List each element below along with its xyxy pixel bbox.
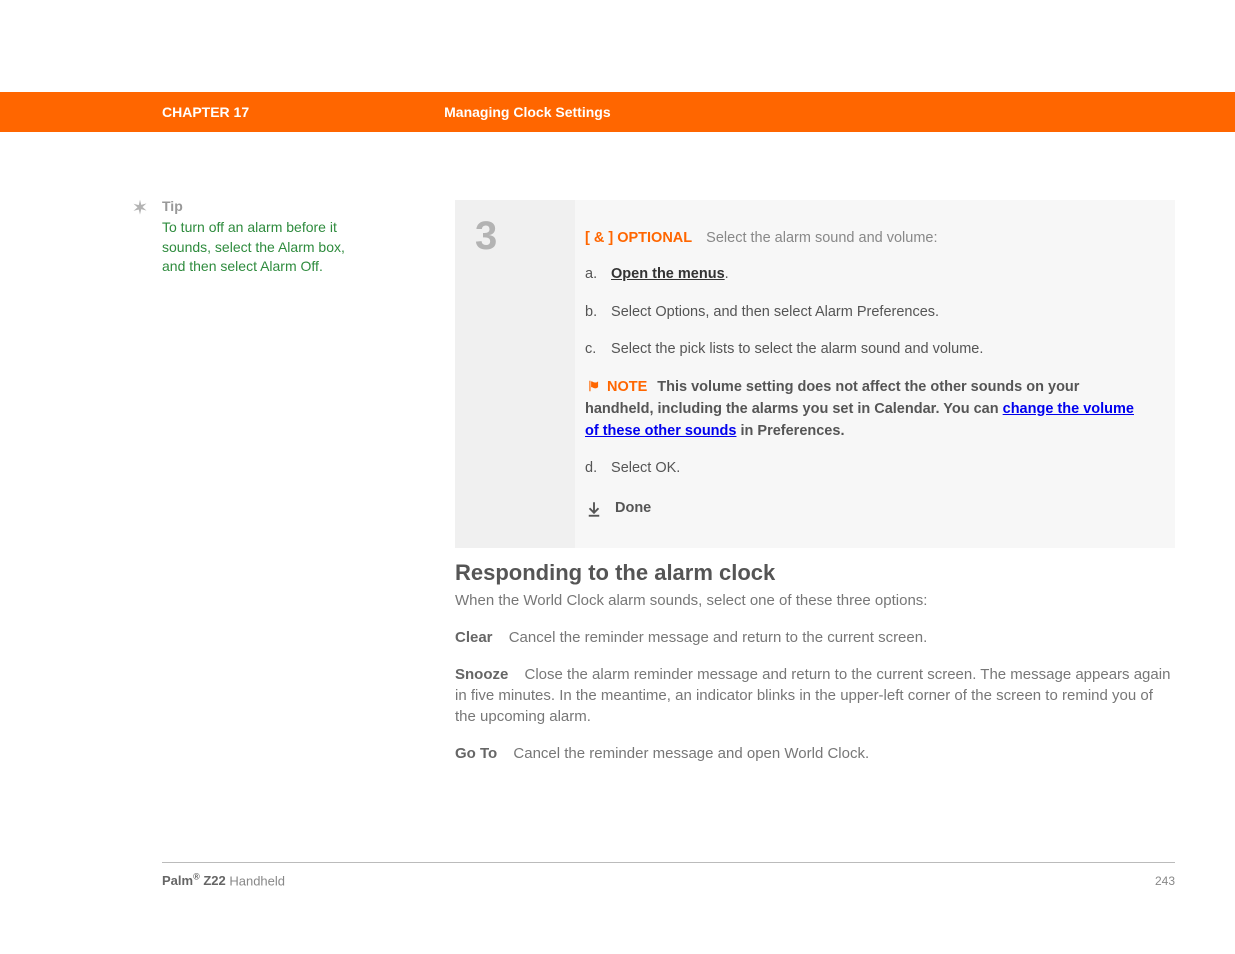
section-heading: Responding to the alarm clock bbox=[455, 560, 1175, 586]
option-snooze: Snooze Close the alarm reminder message … bbox=[455, 664, 1175, 727]
note-block: NOTEThis volume setting does not affect … bbox=[585, 377, 1145, 442]
optional-tag: [ & ] OPTIONAL bbox=[585, 230, 692, 246]
step-panel: 3 [ & ] OPTIONAL Select the alarm sound … bbox=[455, 200, 1175, 548]
option-clear-label: Clear bbox=[455, 629, 493, 646]
chapter-title: Managing Clock Settings bbox=[444, 104, 610, 120]
tip-callout: Tip To turn off an alarm before it sound… bbox=[130, 198, 410, 277]
option-goto: Go To Cancel the reminder message and op… bbox=[455, 743, 1175, 764]
chapter-header-inner: CHAPTER 17 Managing Clock Settings bbox=[162, 92, 1175, 132]
step-number: 3 bbox=[475, 214, 575, 259]
step-number-column: 3 bbox=[455, 200, 575, 548]
sub-marker-b: b. bbox=[585, 302, 607, 324]
option-clear-desc: Cancel the reminder message and return t… bbox=[509, 629, 928, 646]
sub-item-b: b. Select Options, and then select Alarm… bbox=[585, 302, 1145, 324]
sub-item-c: c. Select the pick lists to select the a… bbox=[585, 339, 1145, 361]
product-name: Palm® Z22 Handheld bbox=[162, 872, 285, 888]
option-goto-label: Go To bbox=[455, 745, 497, 762]
section-intro: When the World Clock alarm sounds, selec… bbox=[455, 592, 1175, 609]
page-number: 243 bbox=[1155, 874, 1175, 888]
tip-heading: Tip bbox=[162, 198, 410, 214]
document-page: CHAPTER 17 Managing Clock Settings Tip T… bbox=[0, 0, 1235, 954]
step-optional-line: [ & ] OPTIONAL Select the alarm sound an… bbox=[585, 228, 1145, 250]
sub-item-b-text: Select Options, and then select Alarm Pr… bbox=[611, 304, 939, 320]
step-content: [ & ] OPTIONAL Select the alarm sound an… bbox=[575, 200, 1175, 548]
footer-rule bbox=[162, 862, 1175, 863]
open-menus-link[interactable]: Open the menus bbox=[611, 266, 725, 282]
arrow-down-icon bbox=[585, 500, 603, 518]
product-model: Z22 bbox=[200, 873, 226, 888]
option-clear: Clear Cancel the reminder message and re… bbox=[455, 627, 1175, 648]
sub-marker-a: a. bbox=[585, 264, 607, 286]
chapter-number: CHAPTER 17 bbox=[162, 104, 249, 120]
note-label: NOTE bbox=[607, 379, 647, 395]
product-suffix: Handheld bbox=[226, 873, 285, 888]
sub-item-a: a. Open the menus. bbox=[585, 264, 1145, 286]
sub-item-d: d. Select OK. bbox=[585, 458, 1145, 480]
product-prefix: Palm bbox=[162, 873, 193, 888]
asterisk-icon bbox=[130, 198, 150, 218]
sub-marker-d: d. bbox=[585, 458, 607, 480]
sub-item-a-suffix: . bbox=[725, 266, 729, 282]
optional-description: Select the alarm sound and volume: bbox=[706, 230, 937, 246]
option-goto-desc: Cancel the reminder message and open Wor… bbox=[513, 745, 869, 762]
option-snooze-label: Snooze bbox=[455, 666, 508, 683]
done-label: Done bbox=[615, 498, 651, 520]
done-row: Done bbox=[585, 498, 1145, 520]
sub-item-d-text: Select OK. bbox=[611, 460, 680, 476]
option-snooze-desc: Close the alarm reminder message and ret… bbox=[455, 666, 1170, 725]
step-sub-list: a. Open the menus. b. Select Options, an… bbox=[585, 264, 1145, 361]
registered-symbol: ® bbox=[193, 872, 200, 882]
tip-body: To turn off an alarm before it sounds, s… bbox=[162, 218, 357, 277]
note-text-after: in Preferences. bbox=[736, 423, 844, 439]
sub-marker-c: c. bbox=[585, 339, 607, 361]
page-footer: Palm® Z22 Handheld 243 bbox=[162, 872, 1175, 888]
responding-section: Responding to the alarm clock When the W… bbox=[455, 560, 1175, 780]
flag-icon bbox=[585, 379, 603, 393]
sub-item-c-text: Select the pick lists to select the alar… bbox=[611, 341, 983, 357]
chapter-header-bar: CHAPTER 17 Managing Clock Settings bbox=[0, 92, 1235, 132]
